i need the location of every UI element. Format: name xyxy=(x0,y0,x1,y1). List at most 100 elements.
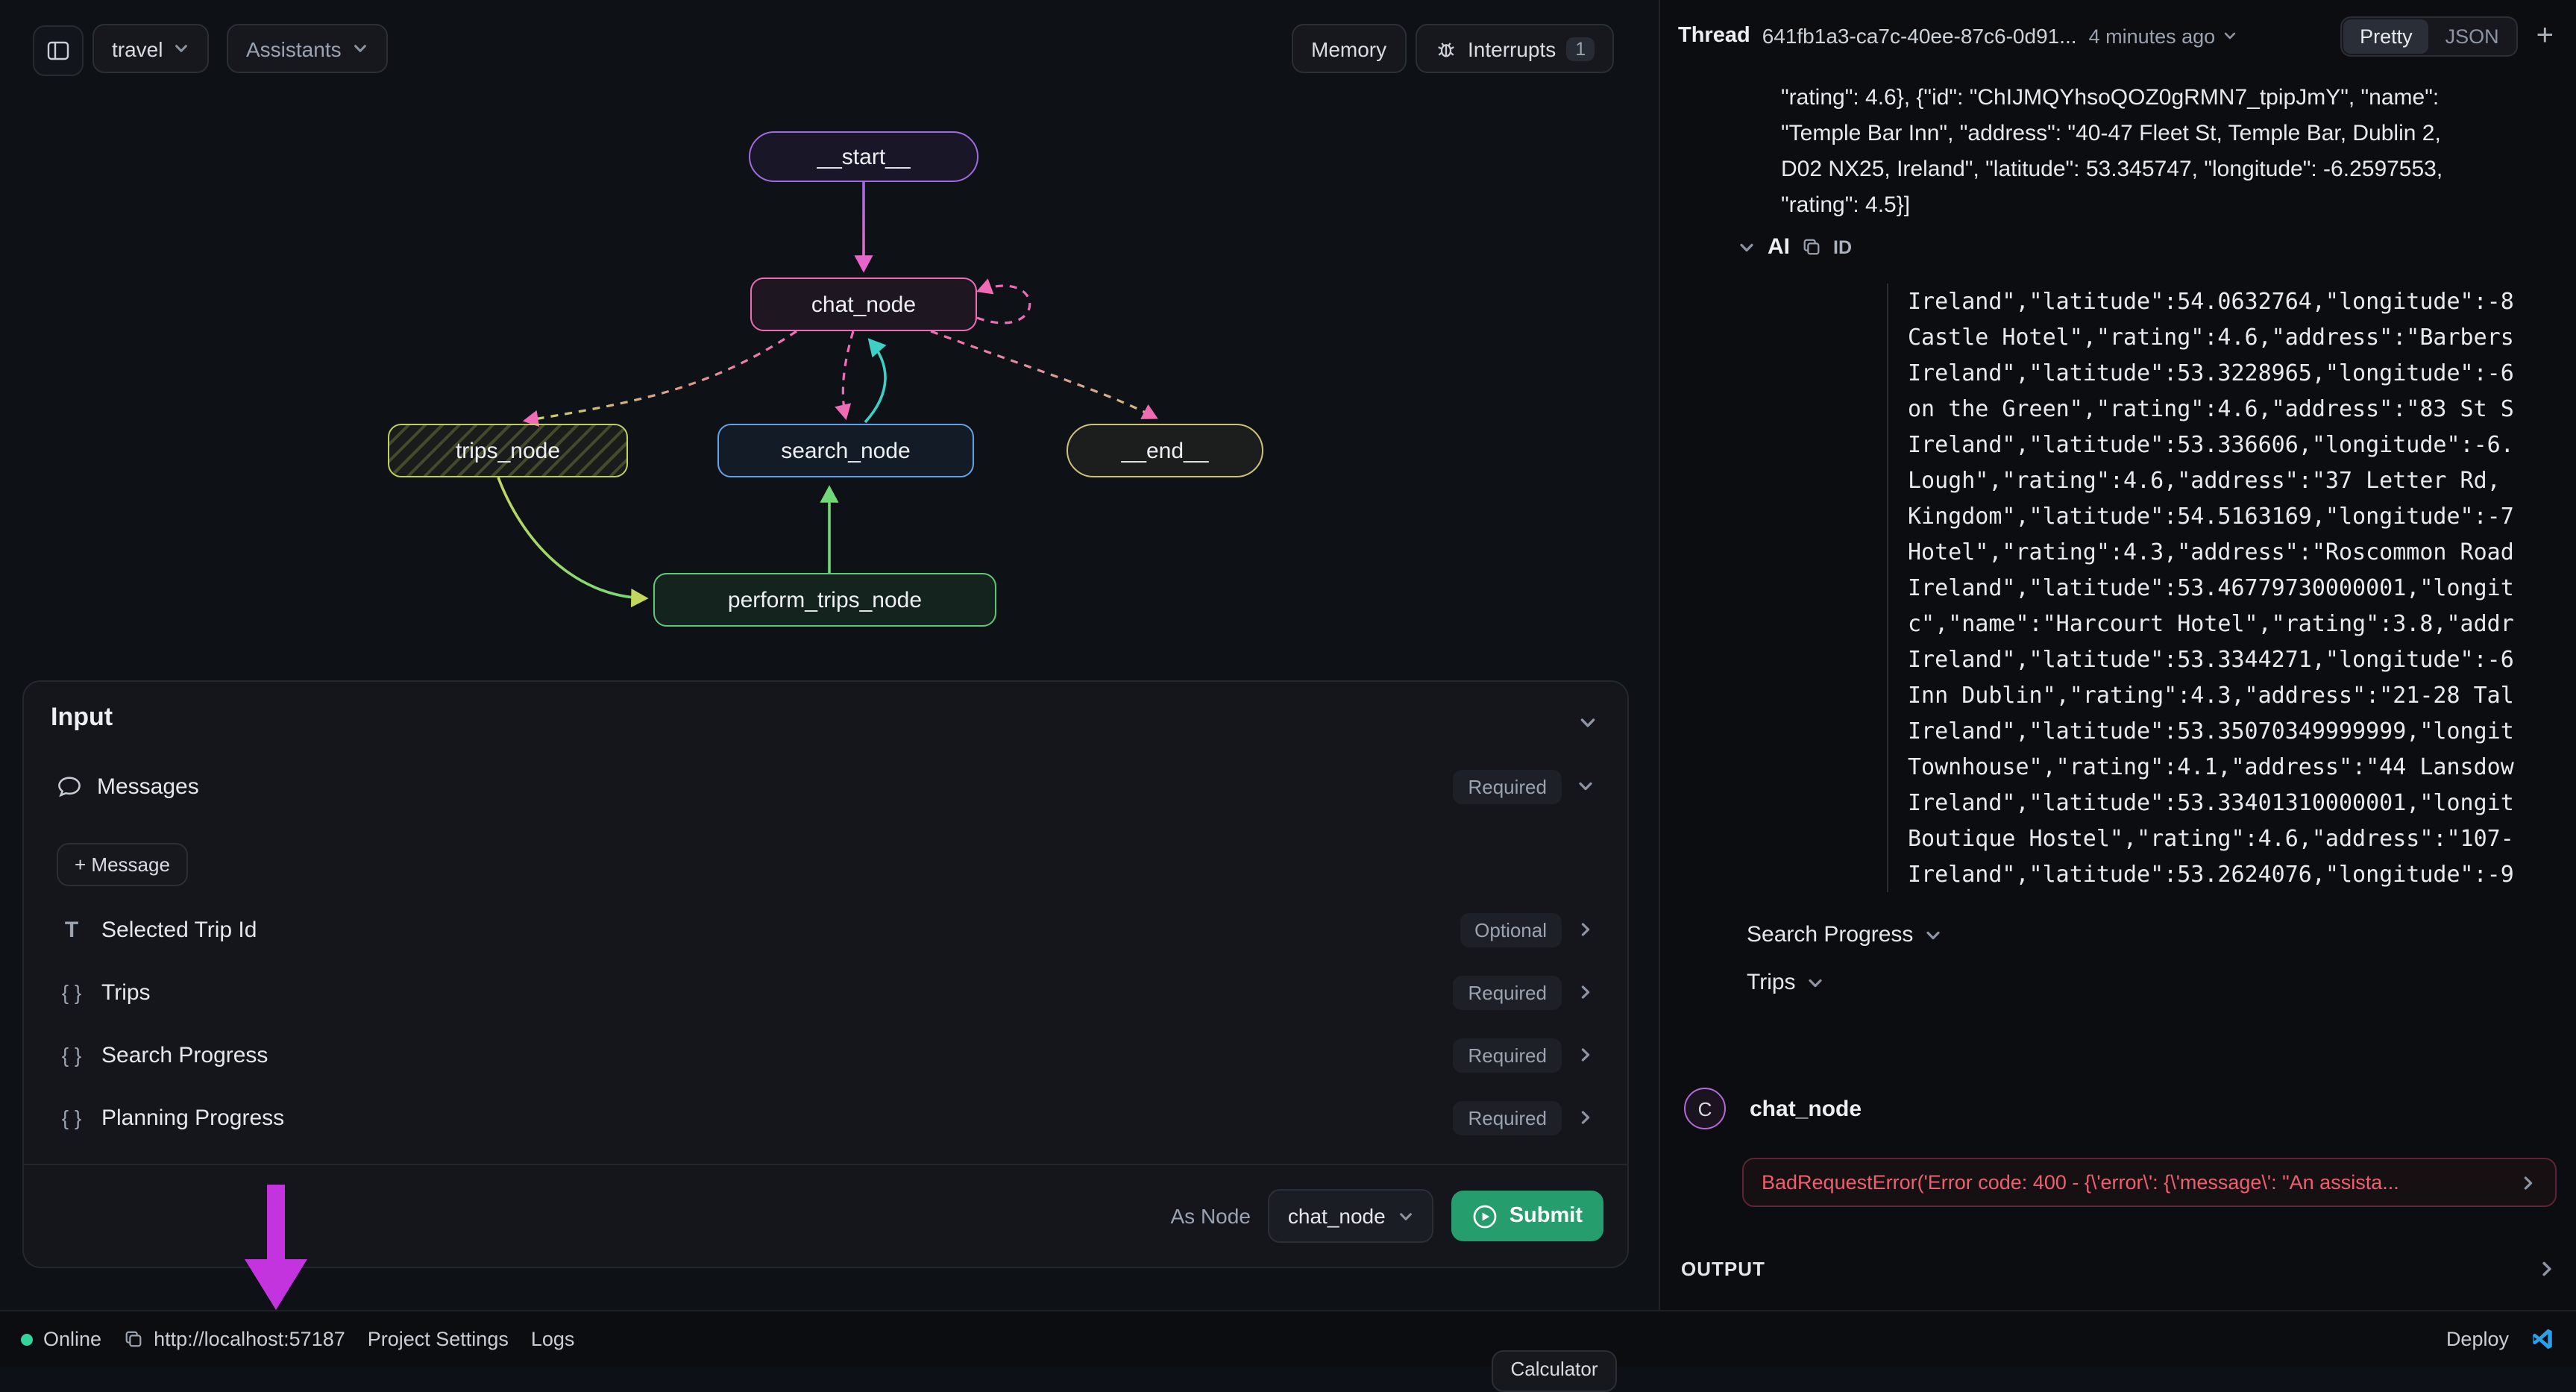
submit-label: Submit xyxy=(1510,1204,1583,1228)
braces-icon: { } xyxy=(57,980,87,1004)
chevron-right-icon xyxy=(2537,1258,2557,1278)
section-trips[interactable]: Trips xyxy=(1747,970,1824,995)
node-label: __start__ xyxy=(817,144,910,169)
required-badge: Required xyxy=(1453,1038,1562,1072)
assistants-label: Assistants xyxy=(246,37,342,60)
code-line: Boutique Hostel","rating":4.6,"address":… xyxy=(1908,821,2576,856)
status-bar: Online http://localhost:57187 Project Se… xyxy=(0,1310,2576,1367)
graph-node-perform[interactable]: perform_trips_node xyxy=(653,573,996,627)
graph-node-trips[interactable]: trips_node xyxy=(388,424,628,477)
id-label: ID xyxy=(1833,236,1852,257)
json-line: "rating": 4.6}, {"id": "ChIJMQYhsoQOZ0gR… xyxy=(1781,81,2564,116)
json-line: "Temple Bar Inn", "address": "40-47 Flee… xyxy=(1781,116,2564,152)
code-line: Inn Dublin","rating":4.3,"address":"21-2… xyxy=(1908,677,2576,713)
avatar: C xyxy=(1684,1088,1726,1129)
braces-icon: { } xyxy=(57,1106,87,1129)
required-badge: Required xyxy=(1453,1100,1562,1135)
thread-time-dropdown[interactable]: 4 minutes ago xyxy=(2089,25,2238,47)
as-node-label: As Node xyxy=(1171,1204,1251,1228)
row-label: Selected Trip Id xyxy=(101,917,257,942)
chevron-down-icon xyxy=(1738,238,1756,256)
deploy-link[interactable]: Deploy xyxy=(2446,1328,2509,1350)
code-line: Castle Hotel","rating":4.6,"address":"Ba… xyxy=(1908,319,2576,355)
output-label: OUTPUT xyxy=(1681,1257,2537,1279)
graph-node-start[interactable]: __start__ xyxy=(749,131,978,182)
memory-button[interactable]: Memory xyxy=(1292,24,1406,73)
online-status: Online xyxy=(21,1328,101,1350)
chevron-right-icon[interactable] xyxy=(1577,921,1595,938)
chevron-right-icon[interactable] xyxy=(1577,983,1595,1001)
graph-panel: __start__ chat_node trips_node search_no… xyxy=(0,0,1659,1311)
input-row-messages[interactable]: Messages Required xyxy=(24,759,1627,813)
interrupts-button[interactable]: Interrupts 1 xyxy=(1416,24,1614,73)
calculator-chip[interactable]: Calculator xyxy=(1492,1350,1617,1392)
input-row-selected-trip-id[interactable]: T Selected Trip Id Optional xyxy=(24,903,1627,956)
as-node-value: chat_node xyxy=(1288,1204,1386,1228)
input-panel-title: Input xyxy=(51,703,113,733)
view-pretty-button[interactable]: Pretty xyxy=(2343,19,2429,53)
panel-icon xyxy=(46,39,70,63)
json-line: "rating": 4.5}] xyxy=(1781,188,2564,224)
section-search-progress[interactable]: Search Progress xyxy=(1747,922,1941,947)
braces-icon: { } xyxy=(57,1043,87,1067)
app-root: __start__ chat_node trips_node search_no… xyxy=(0,0,2576,1367)
new-thread-button[interactable]: + xyxy=(2531,21,2560,51)
server-url[interactable]: http://localhost:57187 xyxy=(124,1328,345,1350)
chevron-right-icon[interactable] xyxy=(1577,1046,1595,1064)
sidebar-toggle-button[interactable] xyxy=(33,25,84,76)
graph-node-search[interactable]: search_node xyxy=(717,424,974,477)
row-label: Search Progress xyxy=(101,1042,268,1067)
calculator-label: Calculator xyxy=(1510,1358,1598,1380)
graph-node-chat[interactable]: chat_node xyxy=(750,278,977,331)
interrupts-count-badge: 1 xyxy=(1566,37,1595,60)
interrupts-label: Interrupts xyxy=(1468,37,1556,60)
edge-chat-end xyxy=(931,331,1156,418)
code-line: Hotel","rating":4.3,"address":"Roscommon… xyxy=(1908,534,2576,570)
project-dropdown[interactable]: travel xyxy=(92,24,209,73)
as-node-dropdown[interactable]: chat_node xyxy=(1269,1189,1433,1243)
chat-node-message-header: C chat_node xyxy=(1684,1088,1862,1129)
chevron-down-icon[interactable] xyxy=(1577,777,1595,795)
input-row-search-progress[interactable]: { } Search Progress Required xyxy=(24,1028,1627,1082)
chevron-down-icon xyxy=(173,40,189,57)
tool-output-code-block: Ireland","latitude":54.0632764,"longitud… xyxy=(1887,283,2576,892)
view-json-button[interactable]: JSON xyxy=(2429,19,2516,53)
thread-id: 641fb1a3-ca7c-40ee-87c6-0d91... xyxy=(1762,24,2077,48)
collapse-input-chevron-icon[interactable] xyxy=(1578,713,1598,733)
add-message-button[interactable]: + Message xyxy=(57,843,188,886)
code-line: Ireland","latitude":53.336606,"longitude… xyxy=(1908,427,2576,463)
thread-timestamp: 4 minutes ago xyxy=(2089,25,2216,47)
input-row-trips[interactable]: { } Trips Required xyxy=(24,965,1627,1019)
play-icon xyxy=(1472,1203,1498,1229)
code-line: Kingdom","latitude":54.5163169,"longitud… xyxy=(1908,498,2576,534)
graph-node-end[interactable]: __end__ xyxy=(1066,424,1263,477)
logs-link[interactable]: Logs xyxy=(531,1328,575,1350)
add-message-label: + Message xyxy=(75,853,170,876)
code-line: Ireland","latitude":53.33401310000001,"l… xyxy=(1908,785,2576,821)
edge-chat-search xyxy=(843,331,853,418)
vscode-icon[interactable] xyxy=(2530,1326,2555,1352)
row-label: Planning Progress xyxy=(101,1105,284,1130)
required-badge: Required xyxy=(1453,975,1562,1009)
output-section[interactable]: OUTPUT xyxy=(1660,1247,2576,1289)
copy-icon xyxy=(124,1329,143,1349)
submit-button[interactable]: Submit xyxy=(1451,1191,1603,1241)
row-label: Messages xyxy=(97,774,199,799)
assistants-dropdown[interactable]: Assistants xyxy=(227,24,388,73)
url-label: http://localhost:57187 xyxy=(154,1328,345,1350)
copy-icon[interactable] xyxy=(1802,237,1821,257)
node-label: trips_node xyxy=(456,438,560,463)
input-row-planning-progress[interactable]: { } Planning Progress Required xyxy=(24,1091,1627,1144)
chat-bubble-icon xyxy=(57,774,82,799)
ai-message-header[interactable]: AI ID xyxy=(1738,234,1852,260)
node-label: perform_trips_node xyxy=(728,587,922,612)
code-line: Townhouse","rating":4.1,"address":"44 La… xyxy=(1908,749,2576,785)
error-message-box[interactable]: BadRequestError('Error code: 400 - {\'er… xyxy=(1742,1158,2557,1207)
text-type-icon: T xyxy=(57,917,87,942)
chevron-down-icon xyxy=(1923,926,1941,944)
node-label: search_node xyxy=(781,438,910,463)
error-text: BadRequestError('Error code: 400 - {\'er… xyxy=(1762,1171,2507,1194)
project-settings-link[interactable]: Project Settings xyxy=(368,1328,509,1350)
edge-search-chat xyxy=(865,340,885,422)
chevron-right-icon[interactable] xyxy=(1577,1109,1595,1126)
